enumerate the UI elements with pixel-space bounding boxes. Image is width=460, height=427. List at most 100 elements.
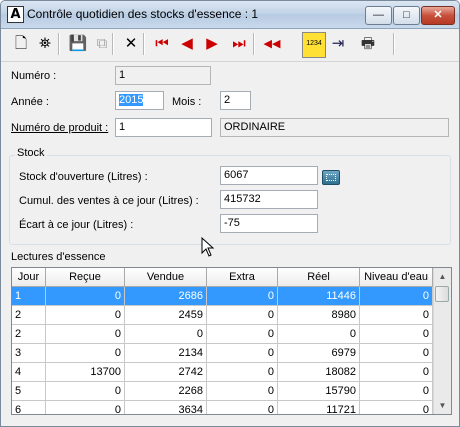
annee-value: 2015	[119, 94, 144, 106]
table-cell[interactable]: 0	[207, 325, 278, 344]
table-cell[interactable]: 0	[360, 325, 433, 344]
table-cell[interactable]: 3634	[125, 401, 207, 414]
table-cell[interactable]: 0	[46, 344, 125, 363]
annee-field[interactable]: 2015	[115, 91, 164, 110]
table-cell[interactable]: 0	[207, 363, 278, 382]
calculator-icon[interactable]	[322, 170, 340, 185]
first-record-icon[interactable]: ⏮	[151, 32, 173, 56]
annee-label: Année :	[11, 96, 49, 108]
cumul-field[interactable]: 415732	[220, 190, 318, 209]
table-cell[interactable]: 2	[12, 306, 46, 325]
previous-record-icon[interactable]: ◀	[176, 32, 198, 56]
numero-label: Numéro :	[11, 70, 57, 82]
print-icon[interactable]: 🖶	[357, 32, 379, 56]
mois-field[interactable]: 2	[220, 91, 251, 110]
toolbar-separator	[58, 33, 60, 55]
scroll-down-arrow-icon[interactable]: ▼	[434, 397, 451, 414]
table-cell[interactable]: 0	[360, 382, 433, 401]
table-cell[interactable]: 2686	[125, 287, 207, 306]
table-cell[interactable]: 0	[360, 363, 433, 382]
table-cell[interactable]: 2742	[125, 363, 207, 382]
table-cell[interactable]: 0	[360, 306, 433, 325]
mouse-cursor-icon	[201, 237, 215, 257]
table-cell[interactable]: 0	[360, 401, 433, 414]
vertical-scrollbar[interactable]: ▲ ▼	[433, 268, 451, 414]
scroll-up-arrow-icon[interactable]: ▲	[434, 268, 451, 285]
table-cell[interactable]: 0	[46, 306, 125, 325]
save-icon[interactable]: 💾	[67, 32, 89, 56]
table-cell[interactable]: 0	[46, 287, 125, 306]
copy-icon[interactable]: ⧉	[91, 32, 113, 56]
close-button[interactable]: ✕	[421, 6, 455, 25]
table-cell[interactable]: 11446	[278, 287, 360, 306]
table-cell[interactable]: 0	[207, 401, 278, 414]
toolbar-separator	[393, 33, 395, 55]
ecart-label: Écart à ce jour (Litres) :	[19, 219, 134, 231]
table-cell[interactable]: 4	[12, 363, 46, 382]
table-cell[interactable]: 0	[46, 401, 125, 414]
table-cell[interactable]: 6	[12, 401, 46, 414]
last-record-icon[interactable]: ⏭	[228, 32, 250, 56]
table-cell[interactable]: 2	[12, 325, 46, 344]
table-cell[interactable]: 0	[207, 344, 278, 363]
new-icon[interactable]: 🗋	[10, 32, 32, 56]
delete-icon[interactable]: ✕	[120, 32, 142, 56]
numbering-icon[interactable]: 1234	[302, 32, 326, 58]
export-icon[interactable]: ⇥	[327, 32, 349, 56]
table-cell[interactable]: 3	[12, 344, 46, 363]
table-cell[interactable]: 0	[360, 287, 433, 306]
table-cell[interactable]: 18082	[278, 363, 360, 382]
maximize-button[interactable]: □	[393, 6, 420, 25]
binoculars-icon[interactable]: ⛯	[34, 32, 56, 56]
table-cell[interactable]: 11721	[278, 401, 360, 414]
table-cell[interactable]: 1	[12, 287, 46, 306]
table-cell[interactable]: 5	[12, 382, 46, 401]
table-cell[interactable]: 0	[207, 382, 278, 401]
lectures-grid[interactable]: Jour Reçue Vendue Extra Réel Niveau d'eau 102…	[11, 267, 452, 415]
table-cell[interactable]: 0	[46, 382, 125, 401]
rewind-icon[interactable]: ◀◀	[261, 32, 283, 56]
table-row[interactable]: 5 0 2268 0 15790 0	[12, 382, 433, 401]
table-cell[interactable]: 13700	[46, 363, 125, 382]
table-row[interactable]: 1 0 2686 0 11446 0	[12, 287, 433, 306]
table-cell[interactable]: 2268	[125, 382, 207, 401]
main-window: A Contrôle quotidien des stocks d'essenc…	[0, 0, 460, 427]
column-header[interactable]: Jour	[12, 268, 46, 287]
column-header[interactable]: Reçue	[46, 268, 125, 287]
title-bar[interactable]: A Contrôle quotidien des stocks d'essenc…	[1, 1, 459, 29]
table-cell[interactable]: 0	[125, 325, 207, 344]
table-cell[interactable]: 2134	[125, 344, 207, 363]
table-row[interactable]: 4 13700 2742 0 18082 0	[12, 363, 433, 382]
table-row[interactable]: 200000	[12, 325, 433, 344]
produit-field[interactable]: 1	[115, 118, 212, 137]
table-cell[interactable]: 8980	[278, 306, 360, 325]
table-row[interactable]: 3 0 2134 0 6979 0	[12, 344, 433, 363]
table-row[interactable]: 2 0 2459 0 8980 0	[12, 306, 433, 325]
table-cell[interactable]: 0	[278, 325, 360, 344]
column-header[interactable]: Extra	[207, 268, 278, 287]
column-header[interactable]: Niveau d'eau	[360, 268, 433, 287]
window-title: Contrôle quotidien des stocks d'essence …	[27, 7, 259, 21]
ecart-field[interactable]: -75	[220, 214, 318, 233]
table-row[interactable]: 6 0 3634 0 11721 0	[12, 401, 433, 414]
scroll-thumb[interactable]	[435, 286, 449, 302]
table-cell[interactable]: 0	[207, 306, 278, 325]
ouverture-field[interactable]: 6067	[220, 166, 318, 185]
stock-group-label: Stock	[15, 147, 47, 159]
table-cell[interactable]: 6979	[278, 344, 360, 363]
app-icon[interactable]: A	[7, 6, 24, 23]
table-cell[interactable]: 2459	[125, 306, 207, 325]
cumul-label: Cumul. des ventes à ce jour (Litres) :	[19, 195, 199, 207]
column-header[interactable]: Réel	[278, 268, 360, 287]
numero-field: 1	[115, 66, 211, 85]
column-header[interactable]: Vendue	[125, 268, 207, 287]
mois-label: Mois :	[172, 96, 202, 108]
minimize-button[interactable]: —	[365, 6, 392, 25]
toolbar-separator	[253, 33, 255, 55]
table-cell[interactable]: 15790	[278, 382, 360, 401]
produit-label[interactable]: Numéro de produit :	[11, 122, 108, 134]
table-cell[interactable]: 0	[207, 287, 278, 306]
table-cell[interactable]: 0	[360, 344, 433, 363]
table-cell[interactable]: 0	[46, 325, 125, 344]
next-record-icon[interactable]: ▶	[201, 32, 223, 56]
